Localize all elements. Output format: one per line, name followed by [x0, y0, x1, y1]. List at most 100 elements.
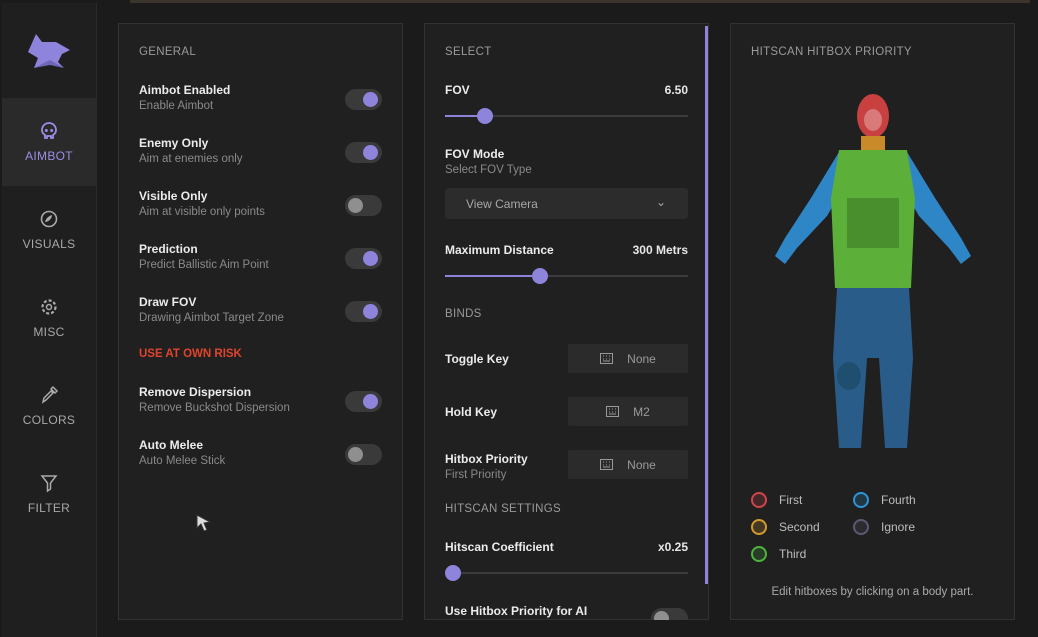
section-title: HITSCAN SETTINGS	[445, 503, 561, 515]
bind-key-button[interactable]: None	[568, 344, 688, 373]
bind-label: Hold Key	[445, 405, 498, 419]
setting-toggle[interactable]	[345, 301, 382, 322]
fov-mode-dropdown[interactable]: View Camera ⌄	[445, 188, 688, 219]
bind-key-button[interactable]: M2	[568, 397, 688, 426]
section-title: GENERAL	[139, 46, 197, 58]
legend-label: Fourth	[881, 493, 916, 507]
legend-item: Second	[751, 519, 820, 535]
bind-label: Hitbox Priority	[445, 452, 528, 466]
setting-toggle[interactable]	[345, 248, 382, 269]
scrollbar[interactable]	[705, 26, 708, 584]
setting-toggle[interactable]	[345, 195, 382, 216]
risk-warning: USE AT OWN RISK	[139, 348, 242, 360]
bind-key-button[interactable]: None	[568, 450, 688, 479]
max-distance-value: 300 Metrs	[632, 243, 688, 257]
max-distance-slider[interactable]	[445, 268, 688, 284]
slider-thumb[interactable]	[476, 108, 493, 124]
legend-color-dot	[853, 492, 869, 508]
slider-thumb[interactable]	[445, 565, 461, 581]
setting-toggle[interactable]	[345, 142, 382, 163]
max-distance-setting: Maximum Distance 300 Metrs	[445, 243, 688, 284]
sidebar-item-colors[interactable]: COLORS	[2, 362, 96, 450]
skull-icon	[41, 122, 57, 139]
sidebar-item-visuals[interactable]: VISUALS	[2, 186, 96, 274]
sidebar-item-aimbot[interactable]: AIMBOT	[2, 98, 96, 186]
section-title: HITSCAN HITBOX PRIORITY	[751, 46, 912, 58]
legend-label: First	[779, 493, 803, 507]
use-hitbox-ai-setting: Use Hitbox Priority for AI	[445, 604, 688, 620]
keyboard-icon	[600, 459, 614, 470]
bind-value: None	[627, 351, 656, 366]
legend-label: Ignore	[881, 520, 916, 534]
hitscan-coef-setting: Hitscan Coefficient x0.25	[445, 540, 688, 581]
character-model[interactable]	[767, 88, 979, 452]
setting-row: Aimbot Enabled Enable Aimbot	[139, 83, 382, 112]
eye-icon	[40, 210, 58, 228]
background-strip	[130, 0, 1030, 3]
bind-label: Toggle Key	[445, 352, 509, 366]
legend-color-dot	[751, 492, 767, 508]
fov-mode-setting: FOV Mode Select FOV Type View Camera ⌄	[445, 147, 688, 219]
legend-item: Fourth	[853, 492, 916, 508]
sidebar-item-label: FILTER	[27, 501, 71, 515]
sidebar: AIMBOT VISUALS MISC COLORS FILTER	[2, 3, 97, 637]
chevron-down-icon: ⌄	[655, 195, 666, 209]
fov-mode-label: FOV Mode	[445, 147, 505, 161]
setting-row: Remove Dispersion Remove Buckshot Disper…	[139, 385, 382, 414]
hitscan-coef-value: x0.25	[657, 540, 688, 554]
setting-toggle[interactable]	[345, 89, 382, 110]
legend-item: First	[751, 492, 802, 508]
setting-row: Prediction Predict Ballistic Aim Point	[139, 242, 382, 271]
use-hitbox-ai-toggle[interactable]	[651, 608, 688, 620]
fov-slider[interactable]	[445, 108, 688, 124]
bind-row: Hold Key M2	[445, 397, 688, 427]
legs-hitbox[interactable]	[833, 288, 913, 448]
setting-row: Draw FOV Drawing Aimbot Target Zone	[139, 295, 382, 324]
setting-row: Visible Only Aim at visible only points	[139, 189, 382, 218]
neck-hitbox[interactable]	[861, 136, 885, 150]
legend-item: Third	[751, 546, 806, 562]
legend-label: Third	[779, 547, 807, 561]
wolf-logo-icon	[2, 3, 96, 98]
fov-label: FOV	[445, 83, 470, 97]
section-title: SELECT	[445, 46, 492, 58]
fov-setting: FOV 6.50	[445, 83, 688, 124]
sidebar-item-label: MISC	[33, 325, 65, 339]
sidebar-item-filter[interactable]: FILTER	[2, 450, 96, 538]
setting-toggle[interactable]	[345, 391, 382, 412]
keyboard-icon	[606, 406, 620, 417]
bind-value: M2	[633, 404, 650, 419]
sidebar-item-label: COLORS	[22, 413, 76, 427]
bind-sub: First Priority	[445, 469, 507, 481]
legend-color-dot	[751, 546, 767, 562]
sidebar-item-label: VISUALS	[22, 237, 76, 251]
sidebar-item-misc[interactable]: MISC	[2, 274, 96, 362]
hitscan-coef-label: Hitscan Coefficient	[445, 540, 554, 554]
hitbox-hint: Edit hitboxes by clicking on a body part…	[771, 586, 974, 598]
filter-icon	[40, 475, 58, 493]
general-panel: GENERAL Aimbot Enabled Enable Aimbot Ene…	[118, 23, 403, 620]
gear-icon	[41, 299, 57, 315]
slider-thumb[interactable]	[532, 268, 549, 284]
bind-row: Toggle Key None	[445, 344, 688, 374]
dropdown-value: View Camera	[466, 196, 538, 211]
section-title: BINDS	[445, 308, 482, 320]
legend-color-dot	[751, 519, 767, 535]
setting-toggle[interactable]	[345, 444, 382, 465]
setting-row: Auto Melee Auto Melee Stick	[139, 438, 382, 467]
fov-value: 6.50	[664, 83, 688, 97]
keyboard-icon	[600, 353, 614, 364]
legend-color-dot	[853, 519, 869, 535]
hitscan-coef-slider[interactable]	[445, 565, 688, 581]
bind-row: Hitbox Priority First Priority None	[445, 450, 688, 481]
mouse-cursor-icon	[196, 514, 212, 532]
torso-hitbox[interactable]	[831, 150, 915, 288]
eyedropper-icon	[41, 385, 59, 404]
head-hitbox[interactable]	[857, 94, 889, 138]
sidebar-item-label: AIMBOT	[25, 149, 73, 163]
select-panel: SELECT FOV 6.50 FOV Mode Select FOV Type…	[424, 23, 709, 620]
hitbox-panel: HITSCAN HITBOX PRIORITY First Fourth Secon…	[730, 23, 1015, 620]
fov-mode-sub: Select FOV Type	[445, 164, 532, 176]
legend-label: Second	[779, 520, 820, 534]
setting-row: Enemy Only Aim at enemies only	[139, 136, 382, 165]
